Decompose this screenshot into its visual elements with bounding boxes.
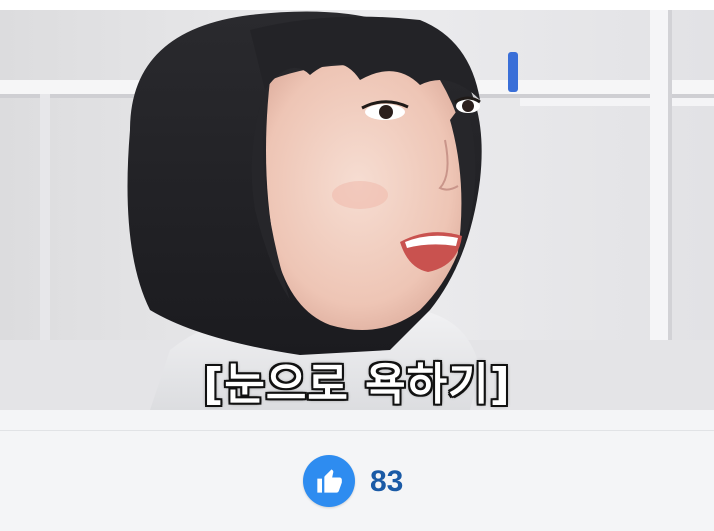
reaction-bar: 83	[0, 431, 714, 531]
like-button[interactable]	[303, 455, 355, 507]
video-still: [눈으로 욕하기]	[0, 10, 714, 410]
like-count: 83	[370, 465, 404, 498]
thumbs-up-icon	[317, 469, 342, 493]
post-view: [눈으로 욕하기] 83	[0, 0, 714, 531]
video-subtitle: [눈으로 욕하기]	[203, 359, 511, 410]
top-margin	[0, 0, 714, 10]
